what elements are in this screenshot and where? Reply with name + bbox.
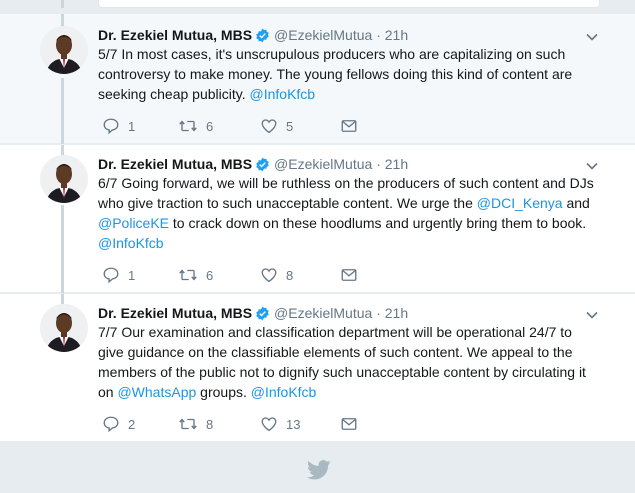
separator-dot: · [376,156,381,172]
tweet[interactable]: Dr. Ezekiel Mutua, MBS @EzekielMutua · 21… [0,294,635,442]
text-line: 6/7 Going forward, we will be ruthless o… [98,175,594,191]
reply-count: 1 [128,267,136,283]
timestamp[interactable]: 21h [385,305,408,321]
retweet-button[interactable]: 6 [178,116,213,136]
direct-message-button[interactable] [340,116,358,136]
retweet-icon [179,418,197,430]
tweet-text: 5/7 In most cases, it's unscrupulous pro… [98,44,598,104]
like-icon [261,119,277,134]
text-segment: on [98,384,118,400]
text-line: controversy to make money. The young fel… [98,66,573,82]
text-line: on @WhatsApp groups. @InfoKfcb [98,382,598,402]
author-name[interactable]: Dr. Ezekiel Mutua, MBS [98,305,252,321]
quoted-card-edge [98,0,600,8]
separator-dot: · [376,27,381,43]
chevron-down-icon[interactable] [585,159,599,173]
retweet-icon [179,120,197,132]
avatar[interactable] [40,26,88,74]
retweet-button[interactable]: 6 [178,265,213,285]
verified-badge-icon [256,306,269,321]
tweet-text: 7/7 Our examination and classification d… [98,322,598,402]
thread-connector [61,78,64,144]
reply-icon [103,118,119,135]
mention-link[interactable]: @PoliceKE [98,215,169,231]
tweet[interactable]: Dr. Ezekiel Mutua, MBS @EzekielMutua · 21… [0,145,635,293]
text-segment: and [562,195,590,211]
like-count: 13 [286,416,301,432]
thread-connector [61,0,64,8]
like-count: 8 [286,267,294,283]
author-handle[interactable]: @EzekielMutua [274,27,372,43]
mention-link[interactable]: @InfoKfcb [250,86,316,102]
like-button[interactable]: 5 [260,116,293,136]
thread-connector [61,205,64,293]
text-line: seeking cheap publicity. @InfoKfcb [98,84,598,104]
text-segment: to crack down on these hoodlums and urge… [169,215,587,231]
tweet[interactable]: Dr. Ezekiel Mutua, MBS @EzekielMutua · 21… [0,14,635,144]
retweet-count: 6 [206,118,214,134]
author-name[interactable]: Dr. Ezekiel Mutua, MBS [98,27,252,43]
mention-link[interactable]: @DCI_Kenya [477,195,563,211]
text-line: @InfoKfcb [98,233,598,253]
reply-button[interactable]: 2 [102,414,135,434]
text-line: 5/7 In most cases, it's unscrupulous pro… [98,46,566,62]
direct-message-button[interactable] [340,265,358,285]
verified-badge-icon [256,28,269,43]
text-line: @PoliceKE to crack down on these hoodlum… [98,213,598,233]
twitter-bird-icon [307,460,331,480]
like-icon [261,417,277,432]
author-name[interactable]: Dr. Ezekiel Mutua, MBS [98,156,252,172]
tweet-text: 6/7 Going forward, we will be ruthless o… [98,173,598,253]
retweet-button[interactable]: 8 [178,414,213,434]
text-segment: seeking cheap publicity. [98,86,250,102]
timestamp[interactable]: 21h [385,156,408,172]
retweet-icon [179,269,197,281]
mention-link[interactable]: @InfoKfcb [251,384,317,400]
direct-message-icon [341,120,357,132]
direct-message-button[interactable] [340,414,358,434]
text-line: members of the public not to dignify suc… [98,364,586,380]
reply-count: 1 [128,118,136,134]
chevron-down-icon[interactable] [585,308,599,322]
reply-button[interactable]: 1 [102,265,135,285]
thread-connector [61,294,64,304]
avatar[interactable] [40,155,88,203]
retweet-count: 6 [206,267,214,283]
retweet-count: 8 [206,416,214,432]
direct-message-icon [341,269,357,281]
like-icon [261,268,277,283]
mention-link[interactable]: @InfoKfcb [98,235,164,251]
verified-badge-icon [256,157,269,172]
reply-icon [103,267,119,284]
like-button[interactable]: 13 [260,414,300,434]
text-line: who give traction to such unacceptable c… [98,193,598,213]
text-segment: groups. [196,384,251,400]
timestamp[interactable]: 21h [385,27,408,43]
avatar[interactable] [40,304,88,352]
chevron-down-icon[interactable] [585,30,599,44]
reply-button[interactable]: 1 [102,116,135,136]
like-count: 5 [286,118,294,134]
text-segment: who give traction to such unacceptable c… [98,195,477,211]
direct-message-icon [341,418,357,430]
text-line: give guidance on the classifiable elemen… [98,344,573,360]
reply-icon [103,416,119,433]
author-handle[interactable]: @EzekielMutua [274,305,372,321]
separator-dot: · [376,305,381,321]
mention-link[interactable]: @WhatsApp [117,384,196,400]
reply-count: 2 [128,416,136,432]
text-line: 7/7 Our examination and classification d… [98,324,572,340]
author-handle[interactable]: @EzekielMutua [274,156,372,172]
like-button[interactable]: 8 [260,265,293,285]
